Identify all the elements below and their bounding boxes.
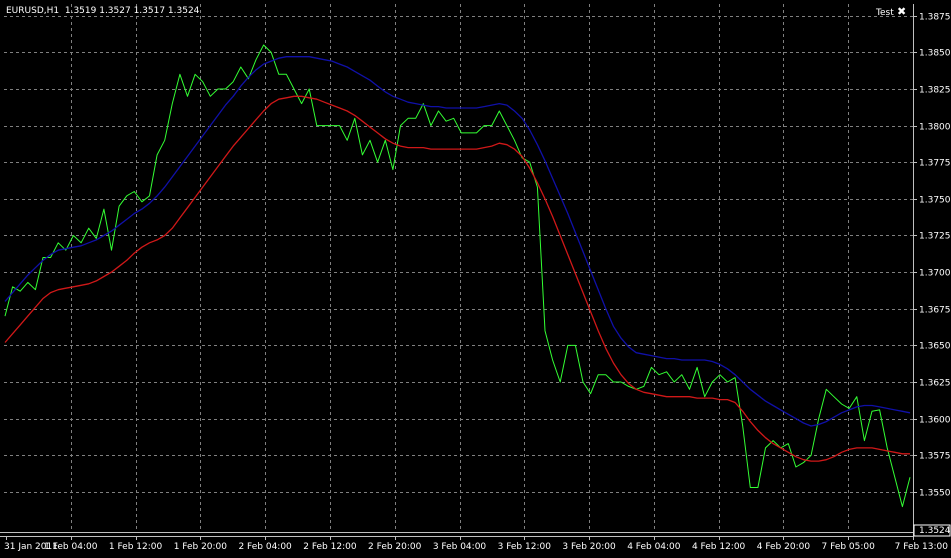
x-tick-label: 3 Feb 20:00 (562, 542, 616, 552)
y-tick-label: 1.3675 (919, 306, 951, 316)
x-tick-label: 3 Feb 04:00 (433, 542, 487, 552)
x-tick-label: 4 Feb 12:00 (692, 542, 746, 552)
y-tick-label: 1.3725 (919, 232, 951, 242)
close-icon[interactable]: ✖ (897, 6, 906, 17)
y-tick-label: 1.3600 (919, 416, 951, 426)
x-tick-label: 4 Feb 04:00 (627, 542, 681, 552)
y-tick-label: 1.3575 (919, 452, 951, 462)
x-tick-label: 2 Feb 04:00 (238, 542, 292, 552)
y-tick-label: 1.3775 (919, 159, 951, 169)
y-tick-label: 1.3750 (919, 196, 951, 206)
y-tick-label: 1.3800 (919, 123, 951, 133)
indicator-label: Test (876, 8, 894, 18)
x-tick-label: 7 Feb 05:00 (822, 542, 876, 552)
symbol-timeframe: EURUSD,H1 (6, 6, 60, 16)
x-tick-label: 3 Feb 12:00 (498, 542, 552, 552)
chart-window[interactable]: 1.3875 1.3850 1.3825 1.3800 1.3775 1.3750 1.37… (0, 0, 951, 554)
x-tick-label: 7 Feb 13:00 (895, 542, 949, 552)
chart-title: EURUSD,H1 1.3519 1.3527 1.3517 1.3524 (6, 6, 199, 16)
series-line-0 (4, 44, 911, 508)
y-tick-label: 1.3875 (919, 13, 951, 23)
x-tick-label: 1 Feb 04:00 (44, 542, 98, 552)
x-tick-label: 4 Feb 20:00 (757, 542, 811, 552)
x-tick-label: 1 Feb 20:00 (174, 542, 228, 552)
grid (4, 4, 913, 530)
y-tick-label: 1.3650 (919, 342, 951, 352)
x-tick-label: 2 Feb 12:00 (303, 542, 357, 552)
y-tick-label: 1.3850 (919, 49, 951, 59)
y-tick-label: 1.3825 (919, 86, 951, 96)
y-tick-label: 1.3550 (919, 489, 951, 499)
y-tick-label: 1.3625 (919, 379, 951, 389)
series-layer (4, 44, 911, 508)
x-tick-label: 1 Feb 12:00 (109, 542, 163, 552)
x-tick-label: 2 Feb 20:00 (368, 542, 422, 552)
current-price-label: 1.3524 (919, 526, 951, 536)
ohlc-values: 1.3519 1.3527 1.3517 1.3524 (64, 6, 200, 16)
axes: 1.3875 1.3850 1.3825 1.3800 1.3775 1.3750 1.37… (0, 4, 951, 552)
series-line-1 (4, 56, 911, 427)
price-chart[interactable]: 1.3875 1.3850 1.3825 1.3800 1.3775 1.3750 1.37… (0, 0, 951, 554)
y-tick-label: 1.3700 (919, 269, 951, 279)
